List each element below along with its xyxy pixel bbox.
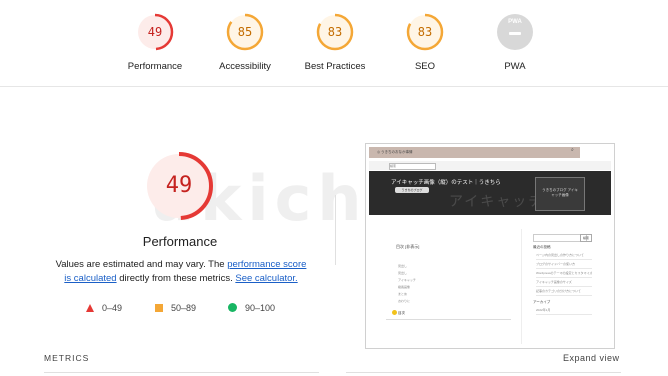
banner-button: うきちのブログ <box>395 187 429 193</box>
toc-item: 見出し <box>398 264 408 268</box>
scores-header: 49 Performance 85 Accessibility 83 Best … <box>0 0 668 87</box>
gauge-ring: 49 <box>135 12 175 52</box>
sidebar-search-button: 検索 <box>580 234 592 242</box>
metrics-heading: METRICS <box>44 353 90 363</box>
legend-pass: 90–100 <box>228 300 275 316</box>
sidebar-archive-item: 2022年1月 <box>536 306 592 315</box>
toc-item: おわりに <box>398 299 411 303</box>
sidebar-heading: 最近の投稿 <box>533 245 551 249</box>
gauge-ring: 83 <box>315 12 355 52</box>
site-title: ◎ うきちのおなか事情 <box>377 150 413 154</box>
desc-text: Values are estimated and may vary. The <box>55 259 228 270</box>
banner-card-text: うきちのブログ アイキャッチ画像 <box>542 188 578 197</box>
content-rule <box>386 319 511 320</box>
performance-gauge-large: 49 <box>143 150 215 222</box>
toc-title: 目次 [非表示] <box>396 244 420 249</box>
final-screenshot[interactable]: ◎ うきちのおなか事情 ⌕ 検索 アイキャッチ画像（縦）のテスト｜うきちら うき… <box>365 143 615 349</box>
triangle-icon <box>86 304 94 312</box>
dot-icon <box>392 310 397 315</box>
sidebar-search-input <box>533 234 587 242</box>
score-value: 83 <box>327 25 343 39</box>
sidebar-recent-item: Wordpressのテーマの設定とカスタマイズ方法 <box>536 269 592 278</box>
legend-fail: 0–49 <box>86 300 122 316</box>
circle-icon <box>228 303 237 312</box>
metrics-rule-left <box>44 372 319 373</box>
score-value: 49 <box>147 25 163 39</box>
legend-range: 90–100 <box>245 303 276 313</box>
legend-range: 0–49 <box>102 303 123 313</box>
banner-card: うきちのブログ アイキャッチ画像 <box>535 177 585 211</box>
gauge-pwa[interactable]: PWA PWA <box>460 12 570 72</box>
banner-title: アイキャッチ画像（縦）のテスト｜うきちら <box>391 180 501 186</box>
category-label: PWA <box>504 61 526 72</box>
toc-item: まとめ <box>398 292 408 296</box>
hero-banner: アイキャッチ画像（縦）のテスト｜うきちら うきちのブログ アイキャッチ うきちの… <box>369 171 611 215</box>
see-calculator-link[interactable]: See calculator. <box>235 273 297 284</box>
banner-deco: アイキャッチ <box>449 193 545 209</box>
search-icon: ⌕ <box>571 147 574 153</box>
search-input: 検索 <box>389 163 436 170</box>
toc-item: 見出し <box>398 271 408 275</box>
legend-range: 50–89 <box>171 303 197 313</box>
sidebar-recent-item: アイキャッチ画像のサイズ <box>536 278 592 287</box>
score-legend: 0–49 50–89 90–100 <box>80 300 300 316</box>
score-value: 85 <box>237 25 253 39</box>
site-header: ◎ うきちのおなか事情 <box>369 147 580 158</box>
square-icon <box>155 304 163 312</box>
column-divider <box>521 229 522 344</box>
performance-description: Values are estimated and may vary. The p… <box>52 258 310 286</box>
dash-icon <box>509 32 521 35</box>
sidebar-recent-item: ページ内の見出しの作り方について <box>536 251 592 260</box>
search-row: 検索 <box>369 161 611 170</box>
metrics-rule-right <box>346 372 621 373</box>
performance-title: Performance <box>142 234 218 249</box>
sidebar-recent-item: 記事のカテゴリの分け方について <box>536 287 592 296</box>
sidebar-recent-item: ブログのサイドバーの使い方 <box>536 260 592 269</box>
gauge-ring: 85 <box>225 12 265 52</box>
footer-tag-label: 目次 <box>398 311 405 315</box>
vertical-divider <box>335 195 336 265</box>
performance-score: 49 <box>165 173 193 198</box>
toc-item: 縦長画像 <box>398 285 411 289</box>
gauge-ring: 83 <box>405 12 445 52</box>
footer-tag: 目次 <box>392 310 410 317</box>
pwa-badge-text: PWA <box>508 19 522 25</box>
score-value: 83 <box>417 25 433 39</box>
sidebar-heading: アーカイブ <box>533 300 551 304</box>
toc-item: アイキャッチ <box>398 278 416 282</box>
desc-text: directly from these metrics. <box>116 273 236 284</box>
pwa-badge-icon: PWA <box>497 14 533 50</box>
expand-view-button[interactable]: Expand view <box>563 353 620 363</box>
legend-average: 50–89 <box>155 300 196 316</box>
